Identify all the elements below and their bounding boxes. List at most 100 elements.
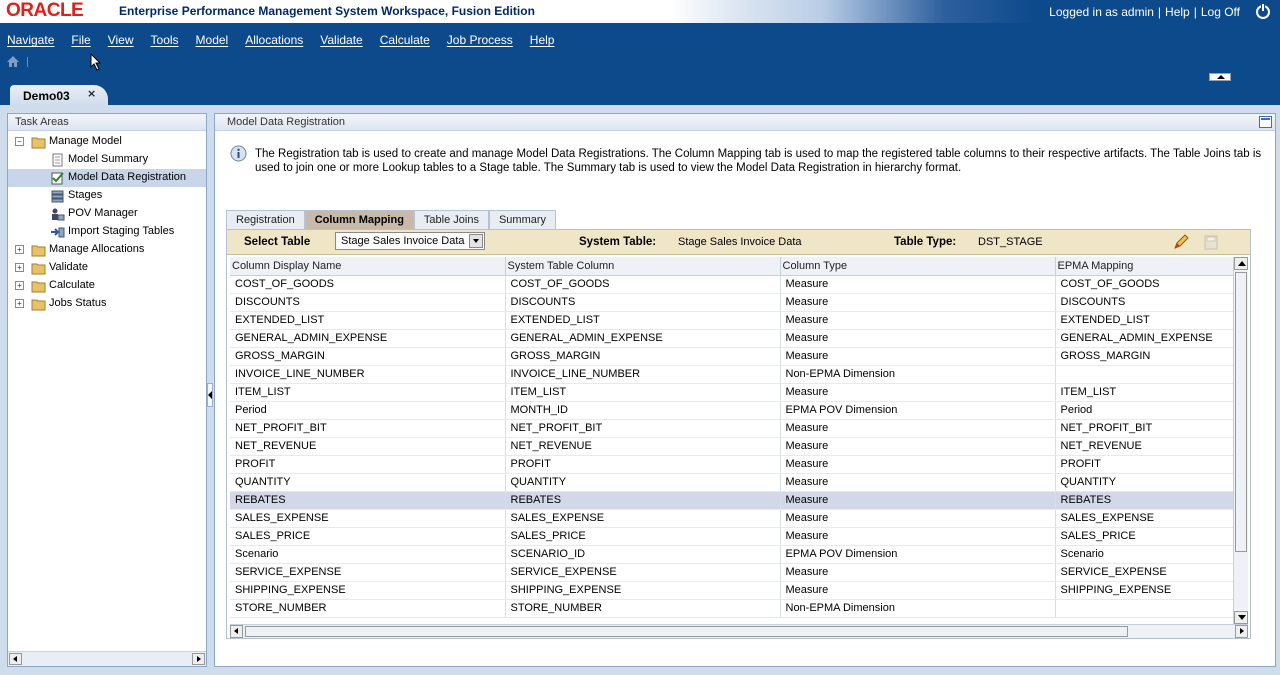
scroll-left-button[interactable] [230,625,243,638]
table-cell: COST_OF_GOODS [230,275,506,294]
folder-icon [31,245,46,257]
chevron-down-icon[interactable] [469,234,483,248]
tree-item-manage-model[interactable]: − Manage Model [8,133,206,151]
scroll-thumb[interactable] [245,626,1128,637]
menu-job-process[interactable]: Job Process [447,33,513,47]
table-cell: GROSS_MARGIN [505,347,781,366]
collapse-panel-handle[interactable] [207,383,213,407]
scroll-down-button[interactable] [1234,611,1248,624]
expand-toggle[interactable]: + [15,245,24,254]
table-row[interactable]: STORE_NUMBER STORE_NUMBER Non-EPMA Dimensi… [230,599,1233,618]
column-header[interactable]: Column Type [780,257,1056,276]
task-areas-horizontal-scrollbar[interactable] [8,651,206,666]
table-row[interactable]: QUANTITY QUANTITY Measure QUANTITY [230,473,1233,492]
save-icon[interactable] [1204,234,1218,250]
tab-column-mapping[interactable]: Column Mapping [304,210,414,230]
column-header[interactable]: Column Display Name [230,257,506,276]
table-cell: Measure [780,347,1056,366]
table-row[interactable]: Scenario SCENARIO_ID EPMA POV Dimension Sce… [230,545,1233,564]
menu-validate[interactable]: Validate [320,33,362,47]
select-table-value: Stage Sales Invoice Data [341,235,465,247]
table-row[interactable]: PROFIT PROFIT Measure PROFIT [230,455,1233,474]
table-row[interactable]: DISCOUNTS DISCOUNTS Measure DISCOUNTS [230,293,1233,312]
table-cell: SERVICE_EXPENSE [505,563,781,582]
table-row[interactable]: SALES_PRICE SALES_PRICE Measure SALES_PRICE [230,527,1233,546]
workspace: Task Areas − Manage Model Model Summary … [0,105,1280,675]
folder-icon [31,281,46,293]
expand-toggle[interactable]: + [15,299,24,308]
table-row[interactable]: EXTENDED_LIST EXTENDED_LIST Measure EXTENDE… [230,311,1233,330]
edit-pencil-icon[interactable] [1172,233,1190,251]
table-cell: SALES_PRICE [230,527,506,546]
pov-manager-icon [52,208,65,221]
tab-summary[interactable]: Summary [488,210,557,230]
menu-tools[interactable]: Tools [151,33,179,47]
menu-calculate[interactable]: Calculate [380,33,430,47]
tree-item-calculate[interactable]: + Calculate [8,277,206,295]
tree-item-jobs-status[interactable]: + Jobs Status [8,295,206,313]
table-row[interactable]: GROSS_MARGIN GROSS_MARGIN Measure GROSS_MAR… [230,347,1233,366]
table-row[interactable]: INVOICE_LINE_NUMBER INVOICE_LINE_NUMBER No… [230,365,1233,384]
table-cell: GENERAL_ADMIN_EXPENSE [1055,329,1233,348]
expand-toggle[interactable]: + [15,263,24,272]
grid-horizontal-scrollbar[interactable] [230,624,1248,638]
table-cell: Measure [780,473,1056,492]
table-cell: PROFIT [1055,455,1233,474]
scroll-right-button[interactable] [192,653,205,665]
grid-vertical-scrollbar[interactable] [1233,257,1248,624]
table-type-value: DST_STAGE [978,236,1043,248]
scroll-thumb[interactable] [1235,272,1247,552]
home-icon[interactable] [7,56,19,67]
table-cell: EPMA POV Dimension [780,545,1056,564]
menu-navigate[interactable]: Navigate [7,33,54,47]
column-header[interactable]: System Table Column [505,257,781,276]
column-mapping-grid: Column Display Name System Table Column … [230,257,1233,624]
stages-icon [51,190,64,203]
tree-item-pov-manager[interactable]: POV Manager [8,205,206,223]
scroll-right-button[interactable] [1235,625,1248,638]
close-icon[interactable]: × [87,87,96,100]
column-mapping-table: Column Display Name System Table Column … [230,257,1233,618]
tree-item-stages[interactable]: Stages [8,187,206,205]
tree-item-model-summary[interactable]: Model Summary [8,151,206,169]
table-row[interactable]: GENERAL_ADMIN_EXPENSE GENERAL_ADMIN_EXPEN… [230,329,1233,348]
panel-splitter[interactable] [207,113,213,667]
maximize-icon[interactable] [1259,116,1272,128]
menu-file[interactable]: File [71,33,90,47]
tab-table-joins[interactable]: Table Joins [413,210,489,230]
table-cell: Measure [780,563,1056,582]
table-row[interactable]: NET_PROFIT_BIT NET_PROFIT_BIT Measure NET_P… [230,419,1233,438]
table-row[interactable]: SERVICE_EXPENSE SERVICE_EXPENSE Measure SER… [230,563,1233,582]
tree-item-manage-allocations[interactable]: + Manage Allocations [8,241,206,259]
table-row[interactable]: SHIPPING_EXPENSE SHIPPING_EXPENSE Measure S… [230,581,1233,600]
menu-model[interactable]: Model [196,33,229,47]
table-row[interactable]: Period MONTH_ID EPMA POV Dimension Period [230,401,1233,420]
menu-allocations[interactable]: Allocations [245,33,303,47]
table-row[interactable]: ITEM_LIST ITEM_LIST Measure ITEM_LIST [230,383,1233,402]
table-cell: SHIPPING_EXPENSE [505,581,781,600]
select-table-dropdown[interactable]: Stage Sales Invoice Data [335,232,485,250]
table-row[interactable]: NET_REVENUE NET_REVENUE Measure NET_REVENUE [230,437,1233,456]
help-link[interactable]: Help [1161,5,1194,19]
table-row[interactable]: REBATES REBATES Measure REBATES [230,491,1233,510]
table-cell: MONTH_ID [505,401,781,420]
power-icon[interactable] [1254,2,1272,20]
document-tab[interactable]: Demo03 × [10,85,108,106]
collapse-header-button[interactable] [1209,73,1231,81]
collapse-toggle[interactable]: − [15,137,24,146]
scroll-left-button[interactable] [9,653,22,665]
table-cell: PROFIT [230,455,506,474]
column-header[interactable]: EPMA Mapping [1055,257,1233,276]
menu-view[interactable]: View [108,33,134,47]
document-tab-strip: Demo03 × [0,85,1280,106]
menu-help[interactable]: Help [530,33,555,47]
tree-item-model-data-registration[interactable]: Model Data Registration [8,169,206,187]
tree-item-import-staging-tables[interactable]: Import Staging Tables [8,223,206,241]
table-row[interactable]: COST_OF_GOODS COST_OF_GOODS Measure COST_OF… [230,275,1233,294]
table-row[interactable]: SALES_EXPENSE SALES_EXPENSE Measure SALES_E… [230,509,1233,528]
expand-toggle[interactable]: + [15,281,24,290]
logoff-link[interactable]: Log Off [1197,5,1244,19]
tree-item-validate[interactable]: + Validate [8,259,206,277]
scroll-up-button[interactable] [1234,257,1248,270]
tab-registration[interactable]: Registration [226,210,305,230]
